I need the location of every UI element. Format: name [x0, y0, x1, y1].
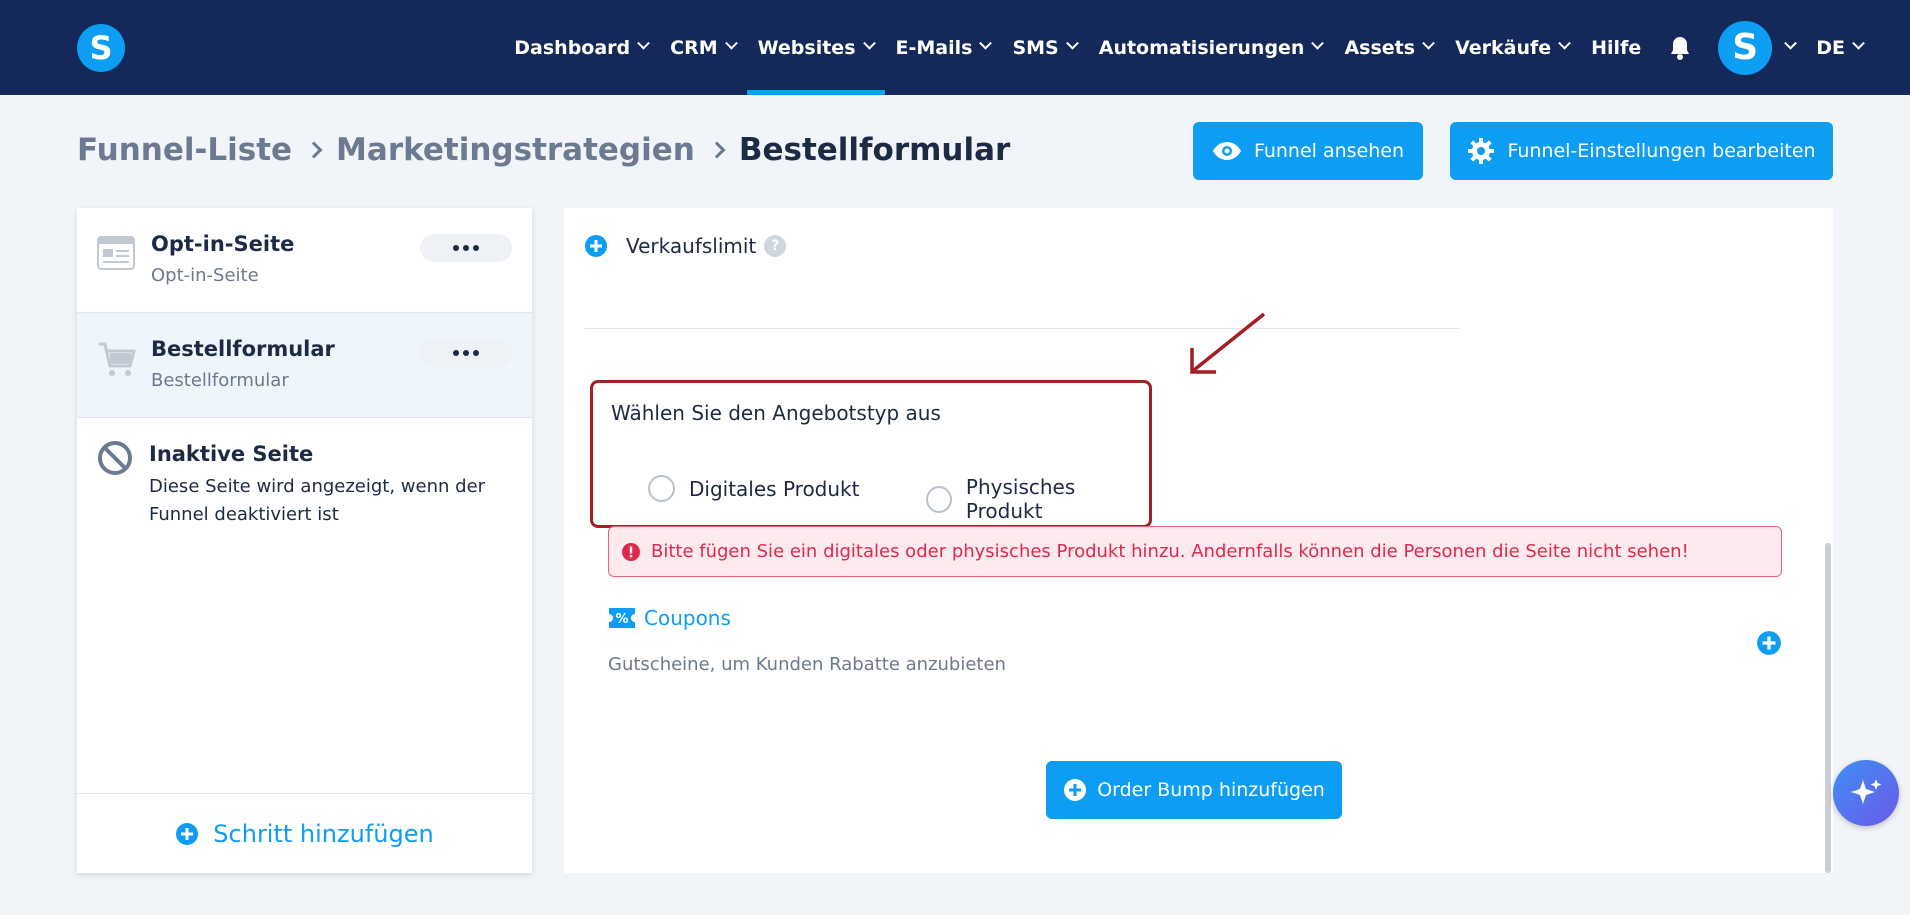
coupons-title[interactable]: % Coupons: [608, 606, 731, 630]
alert-info-icon: [622, 542, 640, 561]
sparkle-icon: [1851, 779, 1882, 804]
chevron-down-icon: [1852, 36, 1865, 50]
add-order-bump-button[interactable]: Order Bump hinzufügen: [1046, 761, 1342, 819]
nav-assets[interactable]: Assets: [1333, 0, 1444, 95]
avatar: S: [1718, 20, 1773, 75]
eye-icon: [1212, 142, 1241, 160]
radio-circle[interactable]: [648, 475, 675, 502]
cart-icon: [99, 342, 136, 376]
chevron-down-icon: [637, 36, 651, 50]
chevron-down-icon: [1784, 36, 1798, 50]
chevron-down-icon: [979, 36, 993, 50]
chevron-down-icon: [1558, 36, 1572, 50]
radio-physical-label: Physisches Produkt: [965, 475, 1076, 523]
user-menu[interactable]: S: [1708, 0, 1805, 95]
nav-crm-label: CRM: [670, 36, 718, 59]
nav-sales-label: Verkäufe: [1455, 36, 1552, 59]
view-funnel-button[interactable]: Funnel ansehen: [1193, 122, 1423, 180]
inactive-page-description: Diese Seite wird angezeigt, wenn der Fun…: [149, 476, 486, 525]
svg-text:%: %: [615, 612, 628, 627]
app-logo[interactable]: S: [77, 24, 125, 72]
add-step-button[interactable]: Schritt hinzufügen: [77, 793, 532, 873]
nav-emails[interactable]: E-Mails: [885, 0, 1002, 95]
breadcrumb-funnel-list[interactable]: Funnel-Liste: [77, 132, 292, 168]
help-icon[interactable]: ?: [764, 235, 787, 257]
product-missing-alert: Bitte fügen Sie ein digitales oder physi…: [608, 526, 1782, 577]
chevron-down-icon: [724, 36, 738, 50]
chevron-right-icon: [305, 141, 323, 159]
chevron-down-icon: [1311, 36, 1325, 50]
inactive-page-step[interactable]: Inaktive Seite Diese Seite wird angezeig…: [77, 418, 532, 568]
step-order-form[interactable]: Bestellformular Bestellformular: [77, 313, 532, 418]
language-selector[interactable]: DE: [1805, 0, 1874, 95]
plus-circle-icon: [176, 822, 199, 845]
nav-dashboard-label: Dashboard: [514, 36, 631, 59]
view-funnel-label: Funnel ansehen: [1253, 140, 1405, 162]
step-more-button[interactable]: [420, 339, 512, 367]
page-icon: [97, 236, 135, 270]
nav-websites-label: Websites: [757, 36, 856, 59]
alert-text: Bitte fügen Sie ein digitales oder physi…: [651, 541, 1689, 562]
step-title: Bestellformular: [151, 337, 335, 361]
language-label: DE: [1816, 36, 1845, 59]
ai-assistant-button[interactable]: [1833, 760, 1899, 826]
nav-websites[interactable]: Websites: [746, 0, 885, 95]
nav-sales[interactable]: Verkäufe: [1444, 0, 1580, 95]
gear-icon: [1468, 138, 1495, 164]
breadcrumb-current: Bestellformular: [738, 132, 1011, 168]
nav-sms[interactable]: SMS: [1001, 0, 1087, 95]
radio-digital-label: Digitales Produkt: [689, 476, 860, 501]
radio-circle[interactable]: [926, 485, 952, 513]
scrollbar[interactable]: [1825, 543, 1831, 873]
step-subtitle: Opt-in-Seite: [151, 265, 259, 286]
step-more-button[interactable]: [420, 234, 512, 262]
notifications-bell-icon[interactable]: [1652, 0, 1708, 95]
annotation-arrow-icon: [1190, 312, 1266, 374]
nav-dashboard[interactable]: Dashboard: [503, 0, 659, 95]
plus-circle-icon[interactable]: [1756, 630, 1782, 656]
chevron-right-icon: [708, 141, 726, 159]
sales-limit-label: Verkaufslimit: [626, 234, 757, 258]
coupon-icon: %: [609, 608, 635, 628]
divider: [585, 328, 1459, 329]
disabled-icon: [98, 441, 132, 475]
radio-physical-product[interactable]: Physisches Produkt: [926, 475, 1149, 523]
plus-circle-icon[interactable]: [584, 234, 608, 258]
sales-limit-row: Verkaufslimit ?: [584, 234, 787, 258]
plus-circle-icon: [1064, 779, 1087, 801]
nav-automations[interactable]: Automatisierungen: [1088, 0, 1334, 95]
edit-funnel-settings-label: Funnel-Einstellungen bearbeiten: [1507, 140, 1816, 162]
nav-help[interactable]: Hilfe: [1580, 0, 1652, 95]
chevron-down-icon: [1065, 36, 1079, 50]
breadcrumb-marketing[interactable]: Marketingstrategien: [336, 132, 695, 168]
coupons-label: Coupons: [644, 606, 731, 630]
nav-automations-label: Automatisierungen: [1098, 36, 1305, 59]
offer-type-box: Wählen Sie den Angebotstyp aus Digitales…: [590, 380, 1152, 528]
radio-digital-product[interactable]: Digitales Produkt: [648, 475, 859, 502]
step-optin[interactable]: Opt-in-Seite Opt-in-Seite: [77, 208, 532, 313]
add-order-bump-label: Order Bump hinzufügen: [1097, 779, 1325, 801]
nav-emails-label: E-Mails: [895, 36, 973, 59]
nav-sms-label: SMS: [1012, 36, 1059, 59]
step-subtitle: Bestellformular: [151, 370, 289, 391]
top-navigation-bar: S Dashboard CRM Websites E-Mails SMS Aut…: [0, 0, 1910, 95]
step-title: Opt-in-Seite: [151, 232, 295, 256]
inactive-page-title: Inaktive Seite: [149, 442, 314, 466]
nav-help-label: Hilfe: [1591, 36, 1642, 59]
breadcrumb: Funnel-Liste Marketingstrategien Bestell…: [77, 132, 1010, 168]
main-nav: Dashboard CRM Websites E-Mails SMS Autom…: [503, 0, 1910, 95]
nav-assets-label: Assets: [1344, 36, 1416, 59]
add-step-label: Schritt hinzufügen: [213, 819, 434, 848]
nav-crm[interactable]: CRM: [659, 0, 746, 95]
coupons-description: Gutscheine, um Kunden Rabatte anzubieten: [608, 654, 1006, 675]
offer-type-title: Wählen Sie den Angebotstyp aus: [611, 401, 941, 425]
chevron-down-icon: [862, 36, 876, 50]
step-settings-panel: Verkaufslimit ? Wählen Sie den Angebotst…: [564, 208, 1833, 873]
edit-funnel-settings-button[interactable]: Funnel-Einstellungen bearbeiten: [1450, 122, 1833, 180]
chevron-down-icon: [1422, 36, 1435, 50]
funnel-steps-sidebar: Opt-in-Seite Opt-in-Seite Bestellformula…: [77, 208, 532, 873]
